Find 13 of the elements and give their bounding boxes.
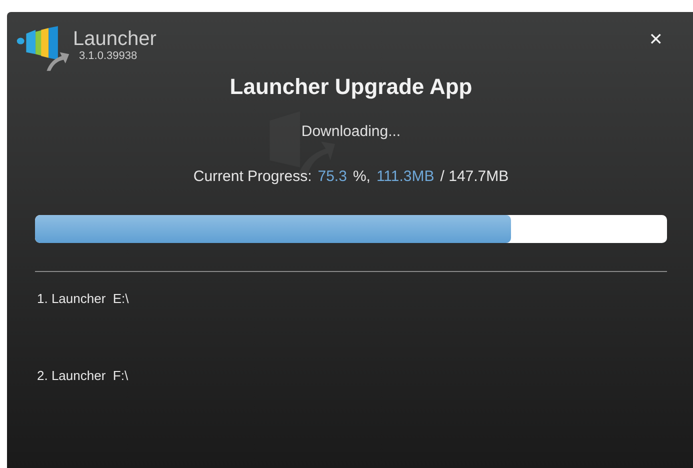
version-number: 3.1.0.39938 (79, 50, 138, 62)
app-logo-icon (15, 26, 71, 71)
status-text: Downloading... (300, 123, 402, 140)
progress-value: 75.3 (318, 168, 347, 185)
close-button[interactable]: ✕ (644, 28, 667, 52)
progress-label: %, (352, 168, 370, 185)
dialog-title: Launcher Upgrade App (228, 74, 474, 100)
progress-value: 111.3MB (376, 168, 434, 185)
progress-label: / 147.7MB (440, 168, 509, 185)
app-name: Launcher (73, 28, 156, 50)
progress-label: Current Progress: (193, 168, 312, 185)
install-target: 2. Launcher F:\ (37, 368, 130, 383)
install-target: 1. Launcher E:\ (37, 291, 130, 306)
